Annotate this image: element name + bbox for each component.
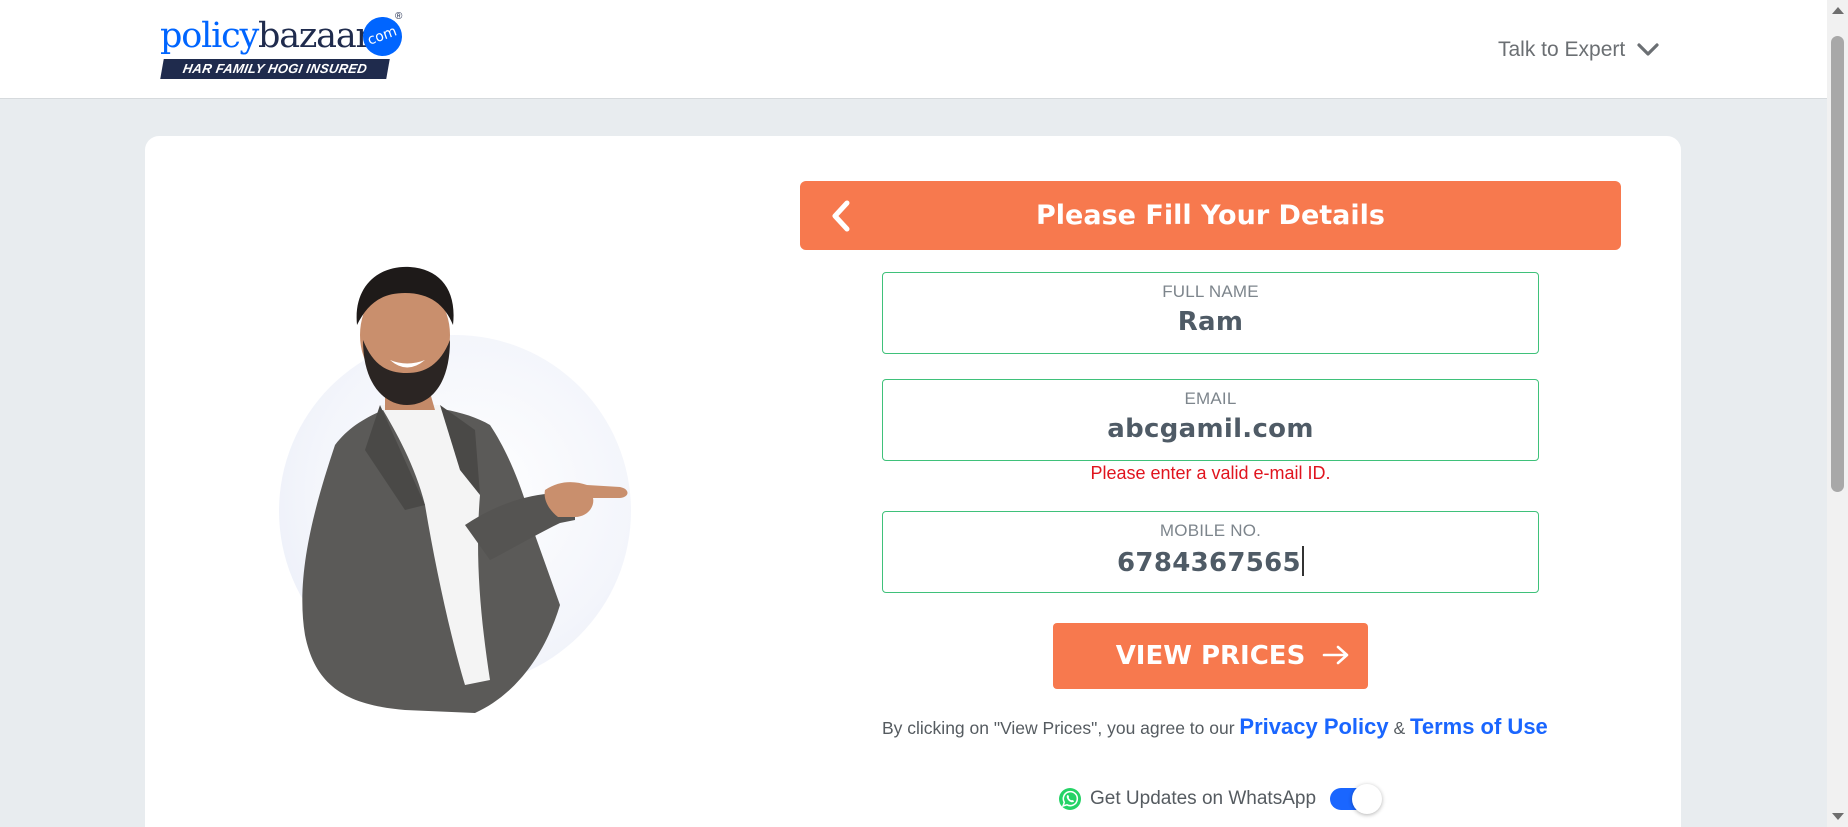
- mobile-input-value: 6784367565: [1117, 548, 1301, 578]
- logo-policy-text: policy: [160, 16, 259, 56]
- form-title-bar: Please Fill Your Details: [800, 181, 1621, 250]
- form-title: Please Fill Your Details: [1036, 200, 1385, 231]
- view-prices-button[interactable]: VIEW PRICES: [1053, 623, 1368, 689]
- whatsapp-toggle[interactable]: [1330, 784, 1383, 814]
- person-image: [275, 255, 695, 735]
- person-illustration: [302, 266, 628, 713]
- full-name-field[interactable]: FULL NAME Ram: [882, 272, 1539, 354]
- full-name-label: FULL NAME: [1162, 282, 1259, 301]
- email-input[interactable]: abcgamil.com: [883, 414, 1538, 444]
- full-name-input[interactable]: Ram: [883, 307, 1538, 337]
- policybazaar-logo[interactable]: policybazaar com ® HAR FAMILY HOGI INSUR…: [160, 11, 410, 81]
- talk-to-expert-menu[interactable]: Talk to Expert: [1498, 36, 1659, 64]
- privacy-policy-link[interactable]: Privacy Policy: [1239, 714, 1388, 739]
- mobile-field[interactable]: MOBILE NO. 6784367565: [882, 511, 1539, 593]
- consent-and: &: [1388, 718, 1411, 738]
- email-field[interactable]: EMAIL abcgamil.com: [882, 379, 1539, 461]
- logo-registered-mark: ®: [395, 11, 403, 22]
- mobile-label: MOBILE NO.: [1159, 521, 1262, 540]
- logo-tagline: HAR FAMILY HOGI INSURED: [160, 59, 390, 79]
- email-label: EMAIL: [1184, 389, 1237, 408]
- toggle-knob: [1352, 784, 1383, 814]
- email-error-message: Please enter a valid e-mail ID.: [1090, 463, 1331, 483]
- consent-prefix: By clicking on "View Prices", you agree …: [882, 718, 1240, 738]
- whatsapp-updates-row: Get Updates on WhatsApp: [1058, 784, 1383, 814]
- page-scrollbar[interactable]: [1827, 0, 1848, 827]
- scroll-up-arrow[interactable]: [1832, 7, 1844, 14]
- back-arrow-icon: [832, 200, 850, 232]
- whatsapp-icon: [1059, 788, 1081, 810]
- consent-text: By clicking on "View Prices", you agree …: [882, 714, 1548, 740]
- talk-to-expert-label: Talk to Expert: [1498, 38, 1626, 61]
- logo-wordmark: policybazaar: [160, 15, 372, 57]
- arrow-right-icon: [1322, 645, 1349, 665]
- back-button[interactable]: [820, 196, 860, 236]
- scrollbar-thumb[interactable]: [1831, 36, 1844, 492]
- top-header: policybazaar com ® HAR FAMILY HOGI INSUR…: [0, 0, 1827, 99]
- scroll-down-arrow[interactable]: [1832, 813, 1844, 820]
- terms-of-use-link[interactable]: Terms of Use: [1410, 714, 1548, 739]
- mobile-input[interactable]: 6784367565: [883, 546, 1538, 578]
- text-cursor: [1301, 546, 1304, 576]
- chevron-down-icon: [1637, 43, 1659, 56]
- logo-bazaar-text: bazaar: [258, 16, 372, 56]
- whatsapp-label: Get Updates on WhatsApp: [1090, 788, 1317, 809]
- view-prices-label: VIEW PRICES: [1115, 641, 1306, 671]
